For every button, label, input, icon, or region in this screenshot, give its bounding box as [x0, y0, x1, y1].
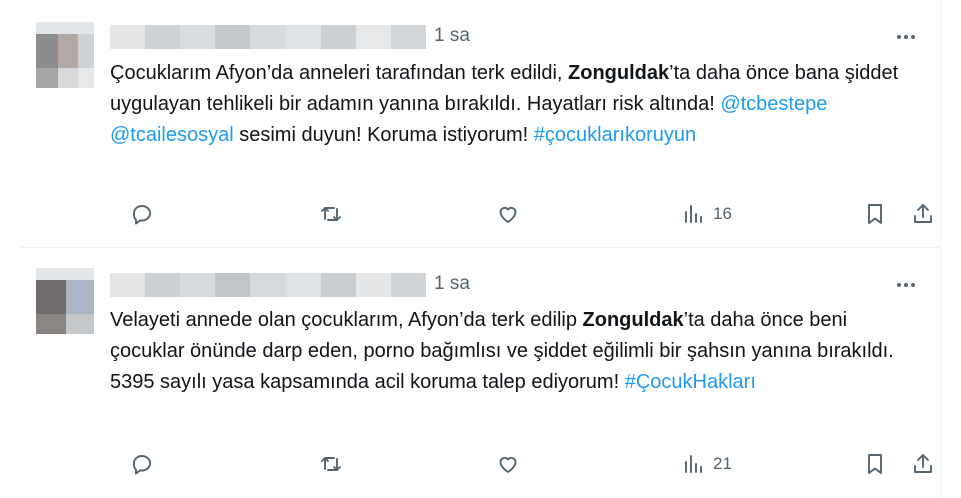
author-name-blurred[interactable]: [110, 273, 426, 297]
views-button[interactable]: 16: [681, 199, 732, 229]
views-icon: [685, 455, 702, 473]
like-button[interactable]: [496, 449, 520, 479]
retweet-icon: [321, 207, 341, 221]
bold-text: Zonguldak: [582, 309, 684, 331]
reply-button[interactable]: [130, 199, 154, 229]
more-icon[interactable]: [892, 275, 920, 295]
retweet-button[interactable]: [319, 199, 343, 229]
timeline: 1 sa Çocuklarım Afyon’da anneleri tarafı…: [20, 0, 941, 498]
share-icon: [914, 204, 932, 223]
author-name-blurred[interactable]: [110, 25, 426, 49]
views-count: 21: [713, 454, 732, 473]
tweet-1[interactable]: 1 sa Çocuklarım Afyon’da anneleri tarafı…: [20, 0, 941, 247]
share-button[interactable]: [911, 199, 935, 229]
tweet-2[interactable]: 1 sa Velayeti annede olan çocuklarım, Af…: [20, 248, 941, 498]
reply-button[interactable]: [130, 449, 154, 479]
bookmark-icon: [868, 454, 882, 474]
hashtag-link[interactable]: #ÇocukHakları: [625, 371, 756, 393]
retweet-icon: [321, 457, 341, 471]
text-segment: sesimi duyun! Koruma istiyorum!: [233, 124, 534, 146]
mention-link[interactable]: @tcbestepe: [720, 93, 827, 115]
bookmark-icon: [868, 204, 882, 224]
reply-icon: [132, 205, 151, 225]
timestamp[interactable]: 1 sa: [434, 273, 470, 295]
bookmark-button[interactable]: [863, 199, 887, 229]
action-bar: 21: [110, 449, 932, 479]
mention-link[interactable]: @tcailesosyal: [110, 124, 234, 146]
like-button[interactable]: [496, 199, 520, 229]
bold-text: Zonguldak: [568, 62, 670, 84]
views-icon: [685, 205, 702, 223]
views-button[interactable]: 21: [681, 449, 732, 479]
text-segment: Çocuklarım Afyon’da anneleri tarafından …: [110, 62, 569, 84]
column-border: [940, 0, 941, 498]
reply-icon: [132, 455, 151, 475]
heart-icon: [499, 456, 517, 473]
more-icon[interactable]: [892, 27, 920, 47]
timestamp[interactable]: 1 sa: [434, 25, 470, 47]
action-bar: 16: [110, 199, 932, 229]
avatar[interactable]: [36, 22, 94, 88]
tweet-text: Çocuklarım Afyon’da anneleri tarafından …: [110, 58, 910, 151]
avatar[interactable]: [36, 268, 94, 334]
views-count: 16: [713, 204, 732, 223]
heart-icon: [499, 206, 517, 223]
tweet-text: Velayeti annede olan çocuklarım, Afyon’d…: [110, 305, 910, 398]
hashtag-link[interactable]: #çocuklarıkoruyun: [534, 124, 696, 146]
bookmark-button[interactable]: [863, 449, 887, 479]
retweet-button[interactable]: [319, 449, 343, 479]
share-icon: [914, 454, 932, 473]
text-segment: Velayeti annede olan çocuklarım, Afyon’d…: [110, 309, 583, 331]
share-button[interactable]: [911, 449, 935, 479]
